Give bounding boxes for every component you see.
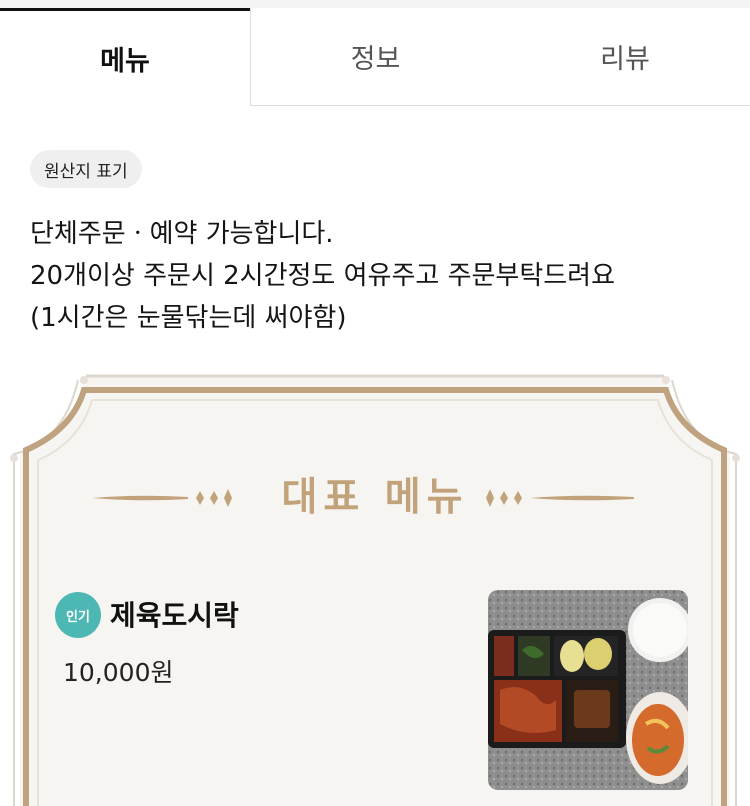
tab-bar: 메뉴 정보 리뷰 <box>0 8 750 106</box>
menu-item-photo[interactable] <box>488 590 688 790</box>
store-notice: 단체주문ㆍ예약 가능합니다. 20개이상 주문시 2시간정도 여유주고 주문부탁… <box>30 213 730 339</box>
menu-item-price: 10,000원 <box>63 658 174 687</box>
notice-line: 20개이상 주문시 2시간정도 여유주고 주문부탁드려요 <box>30 261 616 291</box>
popular-badge: 인기 <box>55 592 101 638</box>
lunchbox-image <box>488 590 688 790</box>
tab-menu[interactable]: 메뉴 <box>0 8 250 106</box>
menu-item-name: 제육도시락 <box>110 599 239 632</box>
card-title: 대표 메뉴 <box>281 475 469 520</box>
notice-line: 단체주문ㆍ예약 가능합니다. <box>30 219 334 249</box>
origin-label-button[interactable]: 원산지 표기 <box>30 150 142 188</box>
top-strip <box>0 0 750 8</box>
tab-review[interactable]: 리뷰 <box>500 8 750 106</box>
tab-info[interactable]: 정보 <box>250 8 500 106</box>
notice-line: (1시간은 눈물닦는데 써야함) <box>30 303 347 333</box>
card-heading: 대표 메뉴 <box>0 468 750 528</box>
